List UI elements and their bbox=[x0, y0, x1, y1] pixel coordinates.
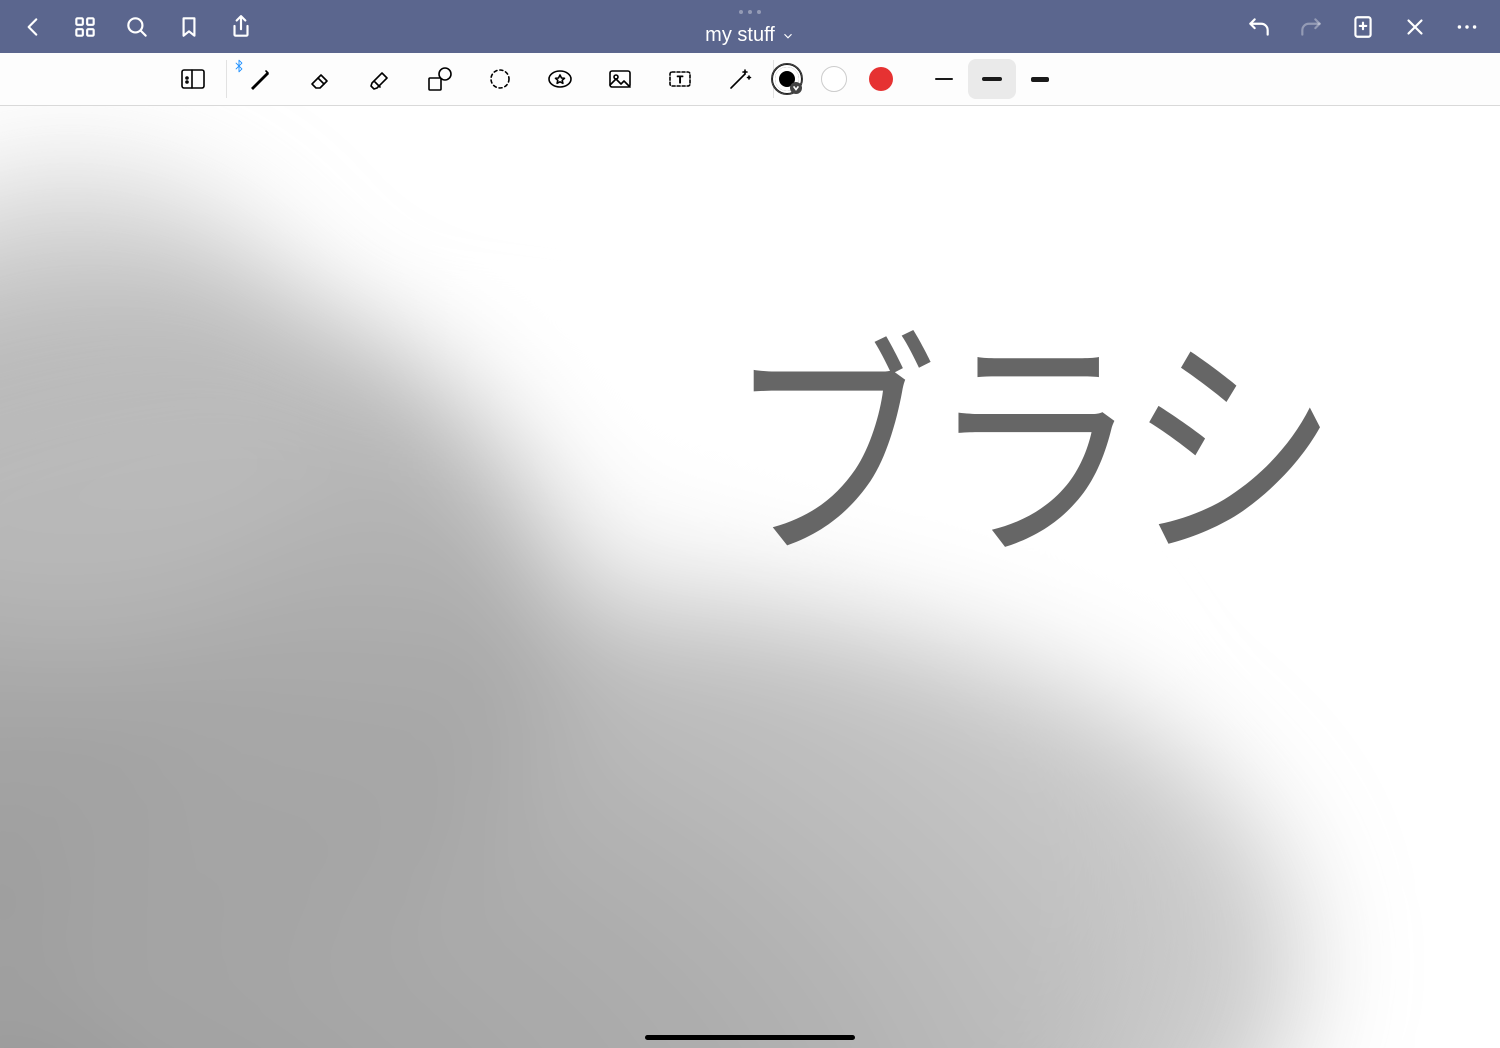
drawing-canvas[interactable]: ブラシ bbox=[0, 106, 1500, 1048]
stroke-thin[interactable] bbox=[920, 59, 968, 99]
stroke-medium[interactable] bbox=[968, 59, 1016, 99]
color-swatch-2[interactable] bbox=[821, 66, 847, 92]
canvas-text: ブラシ bbox=[726, 258, 1329, 608]
color-swatch-3[interactable] bbox=[869, 67, 893, 91]
svg-text:T: T bbox=[677, 75, 683, 86]
bluetooth-icon bbox=[232, 59, 246, 78]
magic-tool[interactable] bbox=[710, 53, 770, 105]
pen-tool[interactable] bbox=[230, 53, 290, 105]
favorites-tool[interactable] bbox=[530, 53, 590, 105]
toolbar-separator bbox=[226, 60, 227, 98]
home-indicator bbox=[645, 1035, 855, 1040]
chevron-down-icon bbox=[781, 29, 795, 43]
drag-handle-dots bbox=[0, 10, 1500, 14]
shape-tool[interactable] bbox=[410, 53, 470, 105]
lasso-tool[interactable] bbox=[470, 53, 530, 105]
image-tool[interactable] bbox=[590, 53, 650, 105]
text-tool[interactable]: T bbox=[650, 53, 710, 105]
page-layout-tool[interactable] bbox=[163, 53, 223, 105]
document-title: my stuff bbox=[705, 24, 775, 47]
eraser-tool[interactable] bbox=[290, 53, 350, 105]
color-options-chevron[interactable] bbox=[790, 82, 802, 94]
document-title-dropdown[interactable]: my stuff bbox=[0, 24, 1500, 47]
stroke-thick[interactable] bbox=[1016, 59, 1064, 99]
drawing-toolbar: T bbox=[0, 53, 1500, 106]
app-header: my stuff bbox=[0, 0, 1500, 53]
color-swatch-1[interactable] bbox=[775, 67, 799, 91]
highlighter-tool[interactable] bbox=[350, 53, 410, 105]
